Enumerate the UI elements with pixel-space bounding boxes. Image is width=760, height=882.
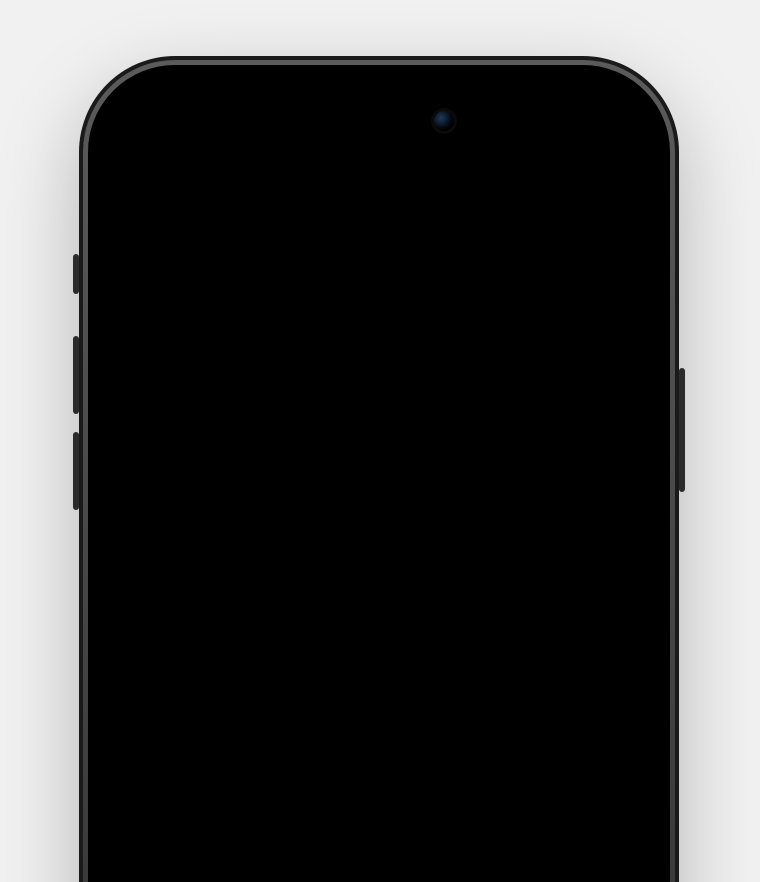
transfer-homepod-footer: Lors de la lecture de contenus multimédi… <box>115 430 643 505</box>
nav-bar: Général AirPlay et Handoff <box>97 160 661 216</box>
front-camera <box>434 111 454 131</box>
airplay-auto-row[interactable]: AirPlay automatique Automatique <box>115 246 643 328</box>
screen: 09:41 <box>97 74 661 882</box>
settings-content[interactable]: AirPlay automatique Automatique <box>97 226 661 882</box>
airplay-auto-value: Automatique <box>485 275 603 299</box>
handoff-toggle[interactable] <box>561 547 625 585</box>
handoff-footer: Handoff vous permet de commencer une tâc… <box>115 607 643 703</box>
transfer-homepod-label: Transférer sur le HomePod <box>133 377 549 401</box>
continuity-camera-row[interactable]: Appareil photo Continuité <box>115 723 643 805</box>
handoff-row[interactable]: Handoff <box>115 525 643 607</box>
continuity-camera-toggle[interactable] <box>561 745 625 783</box>
volume-down-button <box>73 432 79 510</box>
continuity-camera-footer: Utilisez votre iPhone comme webcam pour … <box>115 805 643 837</box>
volume-up-button <box>73 336 79 414</box>
airplay-auto-label: AirPlay automatique <box>133 275 473 299</box>
cellular-icon <box>531 122 555 136</box>
handoff-label: Handoff <box>133 554 549 578</box>
page-title: AirPlay et Handoff <box>97 175 661 201</box>
status-time: 09:41 <box>143 117 199 141</box>
transfer-homepod-row[interactable]: Transférer sur le HomePod <box>115 348 643 430</box>
phone-frame: 09:41 <box>79 56 679 882</box>
chevron-right-icon <box>615 275 625 299</box>
dynamic-island <box>290 96 468 146</box>
power-button <box>679 368 685 492</box>
back-button[interactable]: Général <box>109 175 205 201</box>
chevron-left-icon <box>109 176 125 200</box>
back-label: Général <box>127 175 205 201</box>
mute-switch <box>73 254 79 294</box>
transfer-homepod-toggle[interactable] <box>561 370 625 408</box>
continuity-camera-label: Appareil photo Continuité <box>133 752 549 776</box>
battery-icon <box>593 122 625 136</box>
wifi-icon <box>563 121 585 137</box>
